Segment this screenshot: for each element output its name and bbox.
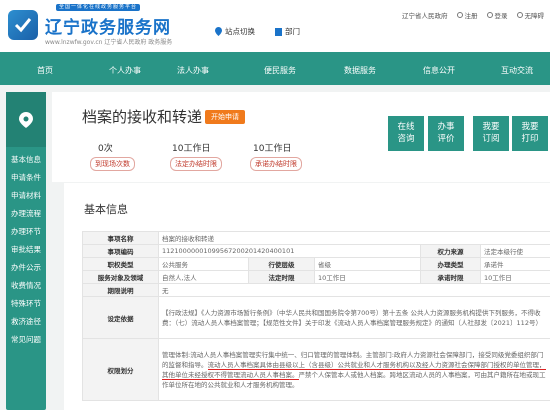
- building-icon: [275, 28, 282, 36]
- register-link[interactable]: 注册: [456, 10, 478, 20]
- nav-public-info[interactable]: 信息公开: [423, 65, 455, 76]
- location-pin-icon: [19, 111, 33, 128]
- nav-interaction[interactable]: 互动交流: [501, 65, 533, 76]
- site-title[interactable]: 辽宁政务服务网: [45, 13, 171, 38]
- table-key: 服务对象及领域: [82, 270, 159, 284]
- sidebar-item-basic-info[interactable]: 基本信息: [6, 154, 46, 165]
- sidebar-item-fees[interactable]: 收费情况: [6, 280, 46, 291]
- sidebar: 基本信息 申请条件 申请材料 办理流程 办理环节 审批结果 办件公示 收费情况 …: [6, 92, 46, 410]
- sidebar-item-remedy[interactable]: 救济途径: [6, 316, 46, 327]
- table-row: 职权类型 公共服务 行使层级 省级 办理类型 承诺件: [82, 257, 550, 271]
- table-value: 承诺件: [479, 257, 550, 271]
- location-pin-icon: [215, 27, 222, 36]
- table-value: 112100000010995672002014204001​01: [158, 244, 421, 258]
- platform-tagline: 全国一体化在线政务服务平台: [56, 4, 141, 11]
- sidebar-item-conditions[interactable]: 申请条件: [6, 172, 46, 183]
- table-value: 档案的接收和转递: [157, 231, 550, 245]
- nav-convenience[interactable]: 便民服务: [264, 65, 296, 76]
- accessibility-icon: [516, 12, 523, 18]
- table-value: 自然人,法人: [158, 270, 249, 284]
- table-row: 事项名称 档案的接收和转递: [82, 231, 550, 245]
- stat-visits-value: 0次: [98, 144, 113, 154]
- online-consult-button[interactable]: 在线 咨询: [388, 116, 424, 151]
- table-value: 公共服务: [158, 257, 249, 271]
- subscribe-button[interactable]: 我要 订阅: [473, 116, 509, 151]
- nav-legal[interactable]: 法人办事: [177, 65, 209, 76]
- sidebar-header: [6, 92, 46, 147]
- nav-home[interactable]: 首页: [37, 65, 53, 76]
- nav-data[interactable]: 数据服务: [344, 65, 376, 76]
- table-row: 设定依据 【行政法规】《人力资源市场暂行条例》（中华人民共和国国务院令第700号…: [82, 296, 550, 339]
- start-apply-button[interactable]: 开始申请: [205, 110, 245, 124]
- site-header: 全国一体化在线政务服务平台 辽宁政务服务网 www.lnzwfw.gov.cn …: [0, 0, 550, 52]
- main-nav: 首页 个人办事 法人办事 便民服务 数据服务 信息公开 互动交流: [0, 52, 550, 85]
- site-logo-icon[interactable]: [8, 10, 38, 40]
- table-row: 服务对象及领域 自然人,法人 法定时限 10工作日 承诺时限 10工作日: [82, 270, 550, 284]
- stat-legal-limit-value: 10工作日: [172, 144, 211, 154]
- stat-promise-limit-label: 承诺办结时限: [250, 157, 302, 171]
- table-key: 权力来源: [420, 244, 481, 258]
- table-value: 法定本级行使: [479, 244, 550, 258]
- print-button[interactable]: 我要 打印: [512, 116, 548, 151]
- site-subtitle: www.lnzwfw.gov.cn 辽宁省人民政府 政务服务: [45, 39, 173, 46]
- table-key: 承诺时限: [420, 270, 481, 284]
- sidebar-item-special[interactable]: 特殊环节: [6, 298, 46, 309]
- gov-link[interactable]: 辽宁省人民政府: [402, 10, 448, 20]
- table-row: 权限划分 管理体制:流动人员人事档案管理实行集中统一、归口管理的管理体制。主管部…: [82, 338, 550, 401]
- sidebar-item-materials[interactable]: 申请材料: [6, 190, 46, 201]
- table-key: 事项名称: [82, 231, 159, 245]
- table-value: 10工作日: [479, 270, 550, 284]
- table-key: 办理类型: [420, 257, 481, 271]
- stat-visits-label: 到现场次数: [90, 157, 135, 171]
- table-value: 【行政法规】《人力资源市场暂行条例》（中华人民共和国国务院令第700号）第十五条…: [157, 296, 550, 339]
- table-key: 行使层级: [248, 257, 315, 271]
- accessibility-link[interactable]: 无障碍: [516, 10, 544, 20]
- login-icon: [486, 12, 493, 18]
- table-row: 期限说明 无: [82, 283, 550, 297]
- table-key: 期限说明: [82, 283, 159, 297]
- site-switch-link[interactable]: 站点切换: [215, 26, 255, 37]
- table-key: 职权类型: [82, 257, 159, 271]
- stat-legal-limit-label: 法定办结时限: [170, 157, 222, 171]
- nav-personal[interactable]: 个人办事: [109, 65, 141, 76]
- sidebar-item-process[interactable]: 办理流程: [6, 208, 46, 219]
- table-row: 事项编码 112100000010995672002014204001​01 权…: [82, 244, 550, 258]
- basic-info-table: 事项名称 档案的接收和转递 事项编码 112100000010995672002…: [82, 231, 550, 401]
- table-value: 管理体制:流动人员人事档案管理实行集中统一、归口管理的管理体制。主管部门:政府人…: [157, 338, 550, 401]
- stat-promise-limit-value: 10工作日: [253, 144, 292, 154]
- table-value: 无: [157, 283, 550, 297]
- page-title: 档案的接收和转递: [82, 108, 203, 126]
- evaluate-button[interactable]: 办事 评价: [428, 116, 464, 151]
- table-value: 省级: [314, 257, 421, 271]
- table-key: 法定时限: [248, 270, 315, 284]
- table-key: 事项编码: [82, 244, 159, 258]
- sidebar-item-faq[interactable]: 常见问题: [6, 334, 46, 345]
- department-link[interactable]: 部门: [275, 26, 300, 37]
- user-icon: [456, 12, 463, 18]
- section-title: 基本信息: [84, 203, 128, 216]
- sidebar-item-result[interactable]: 审批结果: [6, 244, 46, 255]
- table-key: 设定依据: [82, 296, 159, 339]
- sidebar-item-steps[interactable]: 办理环节: [6, 226, 46, 237]
- table-value: 10工作日: [314, 270, 421, 284]
- table-key: 权限划分: [82, 338, 159, 401]
- login-link[interactable]: 登录: [486, 10, 508, 20]
- sidebar-item-publicity[interactable]: 办件公示: [6, 262, 46, 273]
